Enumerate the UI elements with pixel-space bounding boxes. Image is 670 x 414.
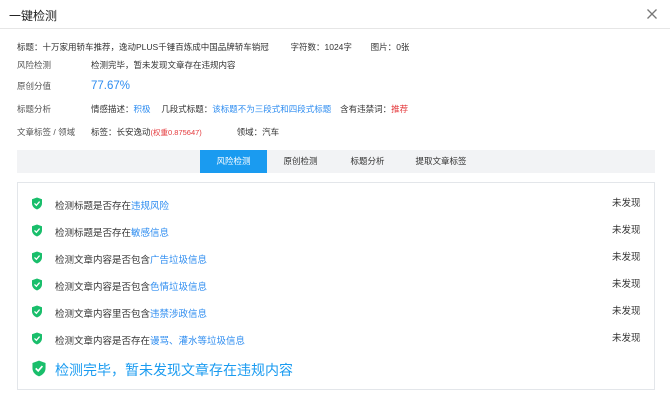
check-status: 未发现 bbox=[612, 225, 641, 236]
tab-title-analysis[interactable]: 标题分析 bbox=[334, 150, 401, 173]
check-status: 未发现 bbox=[612, 306, 641, 317]
tab-risk-check[interactable]: 风险检测 bbox=[200, 150, 267, 173]
dialog-title: 一键检测 bbox=[9, 9, 58, 23]
risk-row: 风险检测 检测完毕，暂未发现文章存在违规内容 bbox=[17, 59, 236, 71]
check-item-abuse-spam: 检测文章内容是否存在谩骂、灌水等垃圾信息 bbox=[55, 333, 245, 347]
emotion-label: 情感描述： bbox=[91, 104, 134, 114]
check-text: 检测文章内容是否存在 bbox=[55, 336, 151, 347]
check-highlight: 违规风险 bbox=[131, 201, 170, 212]
segment-label: 几段式标题： bbox=[161, 104, 213, 114]
segment-value: 该标题不为三段式和四段式标题 bbox=[212, 104, 332, 114]
domain-value: 汽车 bbox=[262, 127, 280, 137]
tags-row: 文章标签 / 领域 标签：长安逸动(权重0.875647) 领域：汽车 bbox=[17, 126, 279, 138]
check-text: 检测标题是否存在 bbox=[55, 201, 132, 212]
check-text: 检测文章内容是否包含 bbox=[55, 282, 151, 293]
check-highlight: 敏感信息 bbox=[131, 228, 170, 239]
original-label: 原创分值 bbox=[17, 81, 52, 91]
article-title: 十万家用轿车推荐，逸动PLUS千锤百炼成中国品牌轿车销冠 bbox=[42, 42, 269, 52]
risk-label: 风险检测 bbox=[17, 60, 52, 70]
check-status: 未发现 bbox=[612, 198, 641, 209]
domain-label: 领域： bbox=[236, 127, 263, 137]
tag-label: 标签： bbox=[91, 127, 117, 137]
title-label: 标题： bbox=[17, 42, 43, 52]
check-highlight: 谩骂、灌水等垃圾信息 bbox=[150, 336, 246, 347]
title-analysis-label: 标题分析 bbox=[17, 104, 52, 114]
check-highlight: 色情垃圾信息 bbox=[150, 282, 208, 293]
final-result-message: 检测完毕，暂未发现文章存在违规内容 bbox=[55, 362, 293, 378]
tags-label: 文章标签 / 领域 bbox=[17, 127, 76, 137]
check-text: 检测文章内容里否包含 bbox=[55, 309, 151, 320]
dialog-header: 一键检测 bbox=[0, 0, 670, 29]
check-text: 检测标题是否存在 bbox=[55, 228, 132, 239]
check-status: 未发现 bbox=[612, 279, 641, 290]
check-item-porn-spam: 检测文章内容是否包含色情垃圾信息 bbox=[55, 279, 207, 293]
check-highlight: 违禁涉政信息 bbox=[150, 309, 208, 320]
emotion-value: 积极 bbox=[133, 104, 151, 114]
check-item-title-sensitive: 检测标题是否存在敏感信息 bbox=[55, 225, 169, 239]
check-shield-icon bbox=[32, 278, 42, 291]
original-score: 77.67% bbox=[91, 80, 131, 92]
check-status: 未发现 bbox=[612, 252, 641, 263]
check-item-title-risk: 检测标题是否存在违规风险 bbox=[55, 198, 169, 212]
original-score-row: 原创分值 77.67% bbox=[17, 80, 130, 92]
tab-extract-tags[interactable]: 提取文章标签 bbox=[401, 150, 481, 173]
banned-word: 推荐 bbox=[391, 104, 409, 114]
check-item-ad-spam: 检测文章内容是否包含广告垃圾信息 bbox=[55, 252, 207, 266]
tab-original-check[interactable]: 原创检测 bbox=[267, 150, 334, 173]
tag-value: 长安逸动 bbox=[116, 127, 151, 137]
tab-bar: 风险检测 原创检测 标题分析 提取文章标签 bbox=[17, 150, 655, 173]
check-item-political: 检测文章内容里否包含违禁涉政信息 bbox=[55, 306, 207, 320]
banned-label: 含有违禁词： bbox=[340, 104, 392, 114]
close-icon[interactable] bbox=[646, 8, 658, 20]
check-highlight: 广告垃圾信息 bbox=[150, 255, 208, 266]
check-shield-icon bbox=[32, 251, 42, 264]
images-value: 0张 bbox=[396, 42, 410, 52]
check-shield-icon bbox=[32, 224, 42, 237]
images-label: 图片： bbox=[370, 42, 397, 52]
article-meta-row: 标题：十万家用轿车推荐，逸动PLUS千锤百炼成中国品牌轿车销冠 字符数：1024… bbox=[17, 41, 409, 53]
check-shield-icon bbox=[32, 197, 42, 210]
check-shield-icon bbox=[32, 332, 42, 345]
wordcount-label: 字符数： bbox=[290, 42, 325, 52]
check-shield-icon bbox=[32, 360, 46, 377]
check-shield-icon bbox=[32, 305, 42, 318]
title-analysis-row: 标题分析 情感描述：积极 几段式标题：该标题不为三段式和四段式标题 含有违禁词：推… bbox=[17, 103, 408, 115]
risk-value: 检测完毕，暂未发现文章存在违规内容 bbox=[91, 60, 236, 70]
check-status: 未发现 bbox=[612, 333, 641, 344]
wordcount-value: 1024字 bbox=[324, 42, 352, 52]
tag-weight: (权重0.875647) bbox=[150, 128, 202, 137]
check-text: 检测文章内容是否包含 bbox=[55, 255, 151, 266]
